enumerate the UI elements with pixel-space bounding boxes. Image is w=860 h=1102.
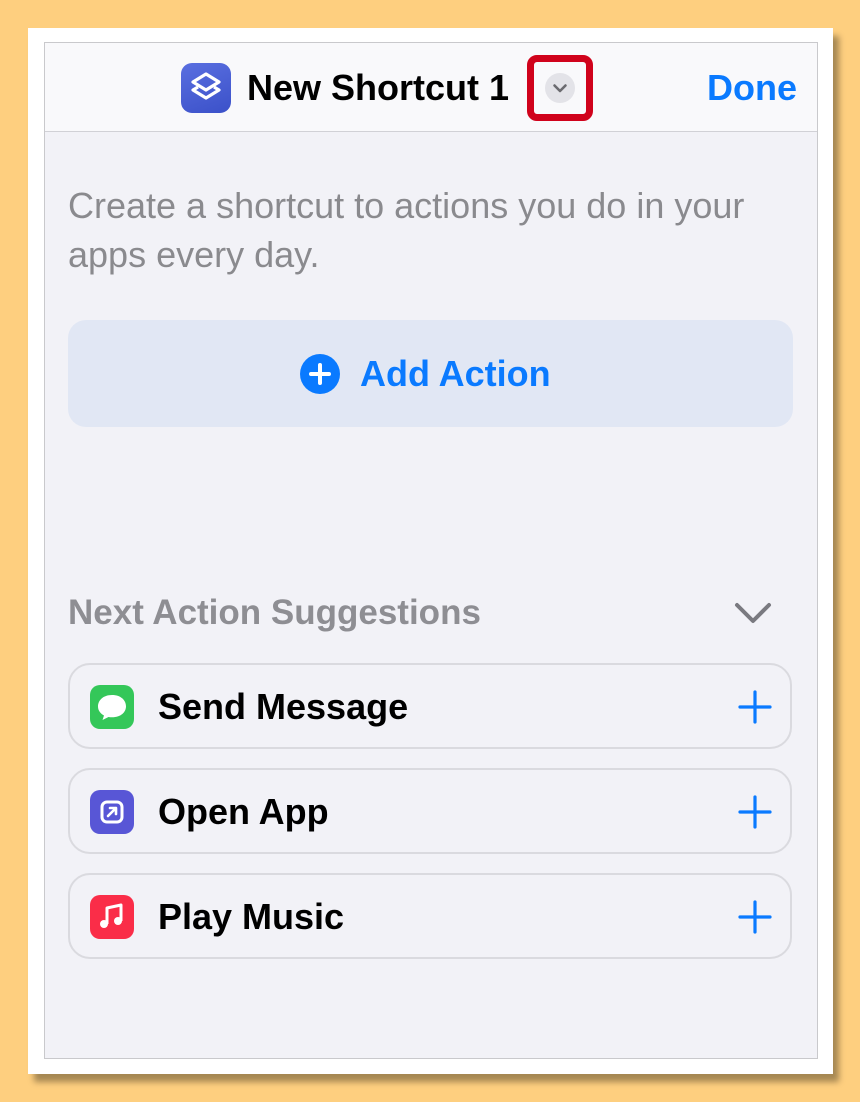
suggestion-open-app[interactable]: Open App (68, 768, 792, 854)
shortcut-editor-screen: New Shortcut 1 Done Create a shortcut to… (44, 42, 818, 1059)
shortcut-title[interactable]: New Shortcut 1 (247, 63, 509, 113)
screenshot-frame: New Shortcut 1 Done Create a shortcut to… (28, 28, 833, 1074)
add-action-button[interactable]: Add Action (68, 320, 793, 427)
plus-circle-icon (300, 354, 340, 394)
messages-icon (90, 685, 134, 729)
title-menu-highlight (527, 55, 593, 121)
add-action-content: Add Action (300, 354, 551, 394)
add-action-label: Add Action (360, 353, 551, 394)
done-button[interactable]: Done (707, 63, 797, 113)
open-app-icon (90, 790, 134, 834)
suggestion-label: Play Music (158, 896, 345, 937)
chevron-down-icon[interactable] (733, 596, 773, 630)
suggestion-play-music[interactable]: Play Music (68, 873, 792, 959)
suggestion-send-message[interactable]: Send Message (68, 663, 792, 749)
suggestions-header: Next Action Suggestions (68, 593, 481, 632)
navigation-bar: New Shortcut 1 Done (45, 43, 817, 132)
suggestion-label: Send Message (158, 686, 409, 727)
add-icon[interactable] (737, 899, 773, 935)
add-icon[interactable] (737, 689, 773, 725)
add-icon[interactable] (737, 794, 773, 830)
chevron-down-icon[interactable] (545, 73, 575, 103)
music-icon (90, 895, 134, 939)
shortcuts-icon[interactable] (181, 63, 231, 113)
suggestion-label: Open App (158, 791, 329, 832)
intro-text: Create a shortcut to actions you do in y… (68, 185, 745, 275)
